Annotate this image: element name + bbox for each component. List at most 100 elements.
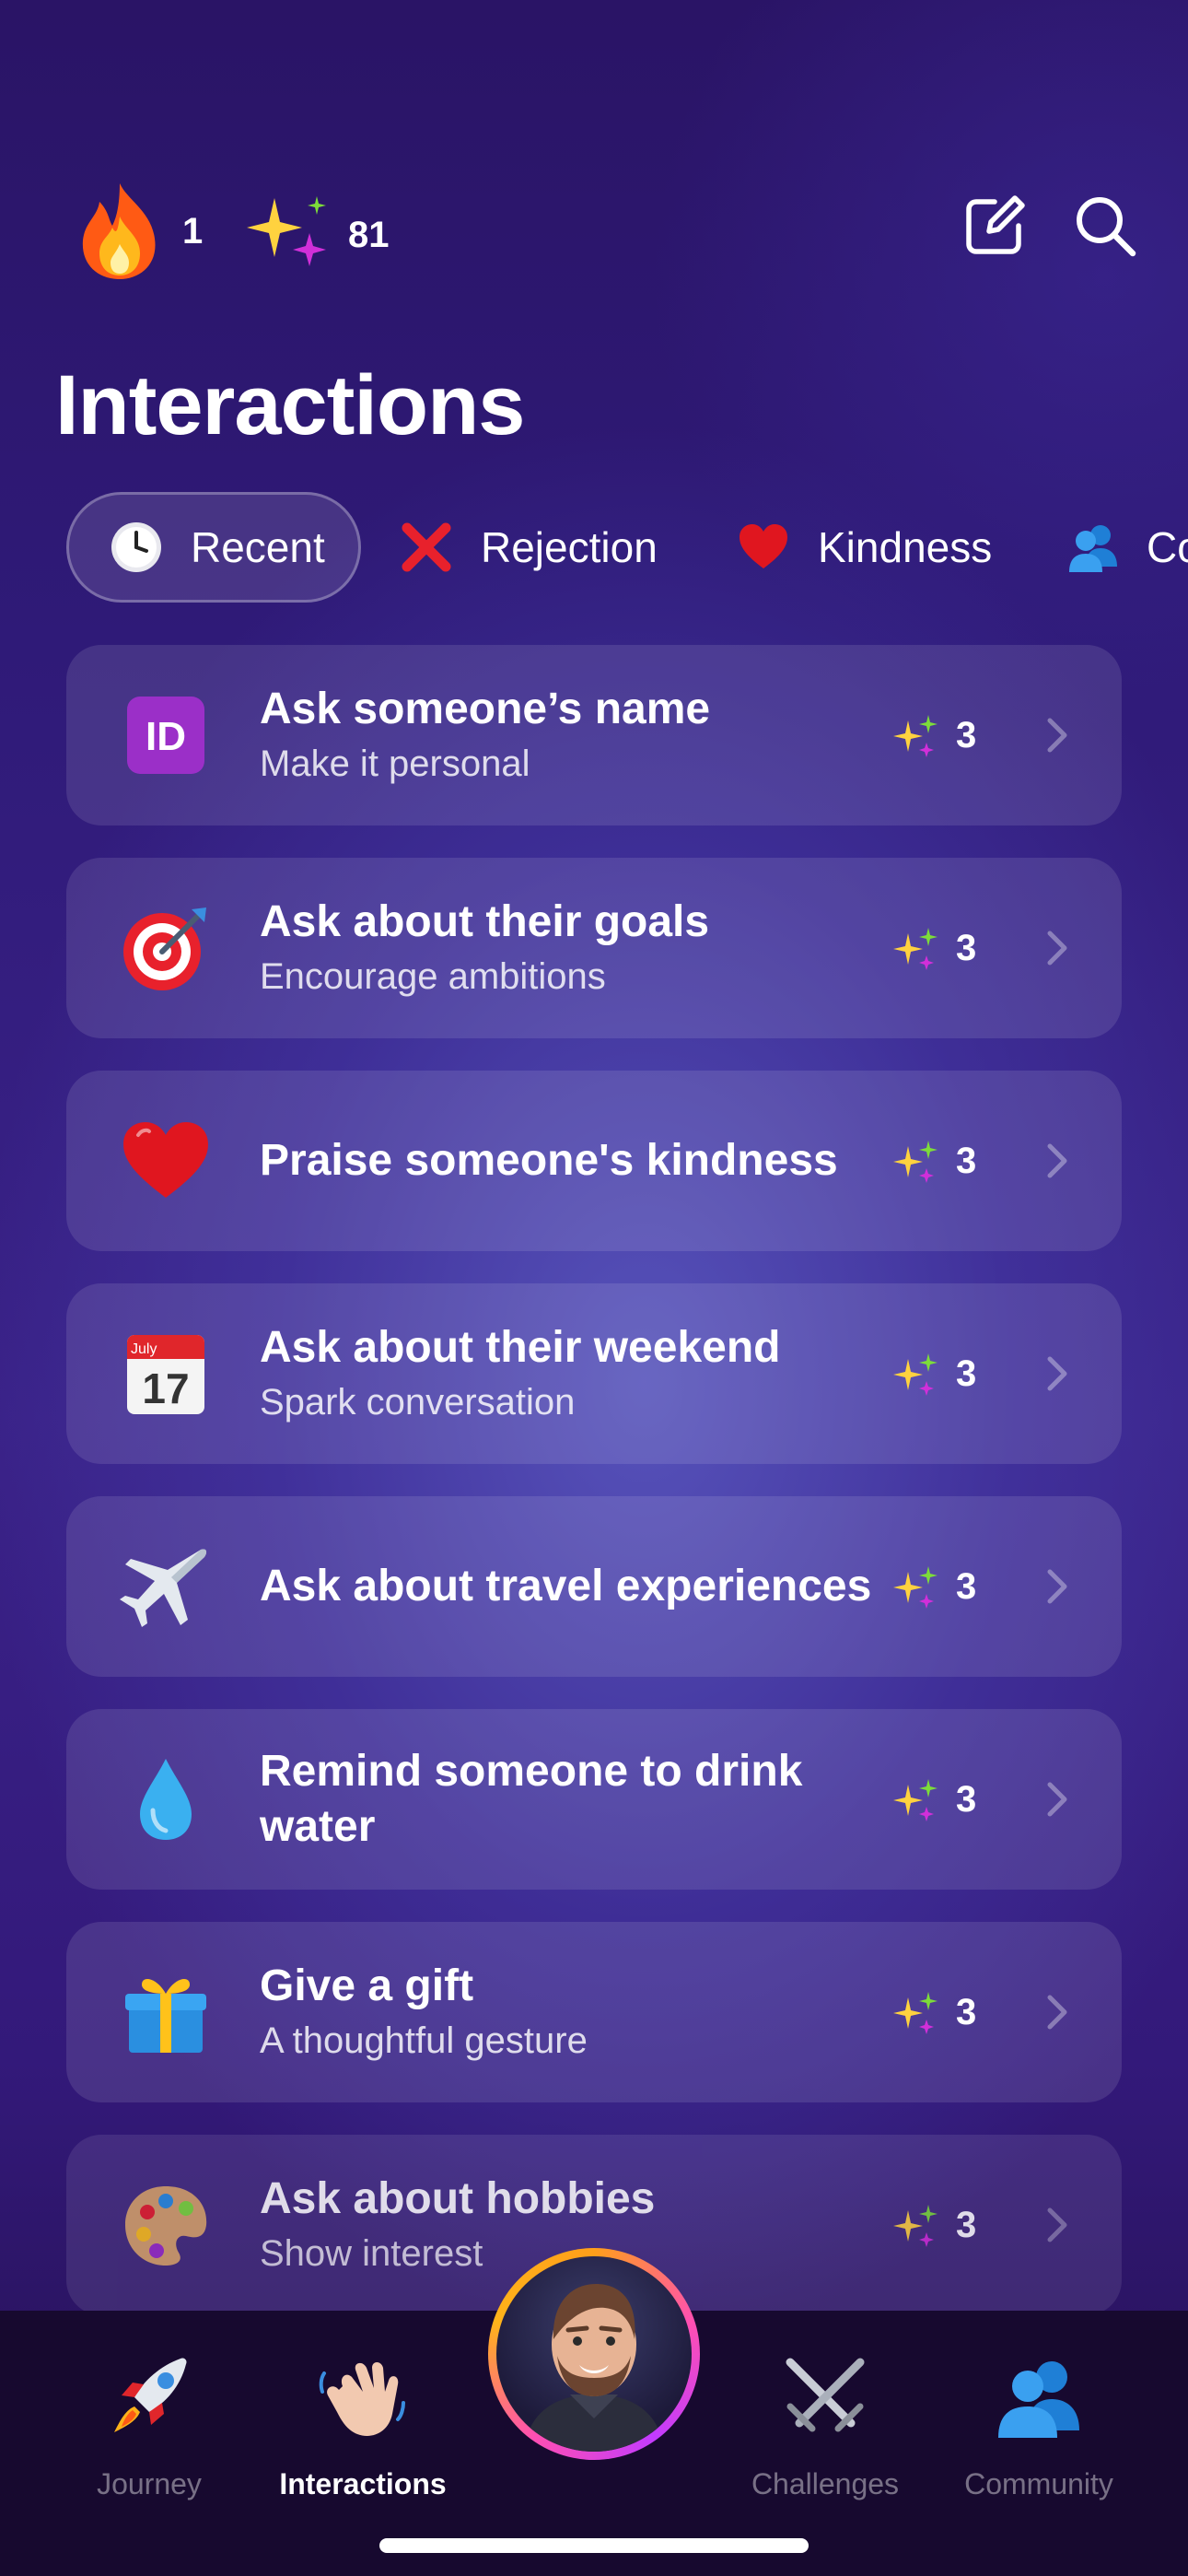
nav-community[interactable]: Community	[928, 2311, 1149, 2523]
chevron-right-icon	[1047, 1782, 1067, 1817]
chevron-right-icon	[1047, 1995, 1067, 2030]
filter-chips: Recent Rejection Kindness Co	[66, 492, 1188, 603]
nav-label: Journey	[97, 2467, 202, 2500]
reward-badge: 3	[891, 709, 976, 761]
id-badge-icon: ID	[127, 697, 204, 774]
airplane-icon	[120, 1549, 207, 1627]
list-item[interactable]: Ask about their goals Encourage ambition…	[66, 858, 1122, 1038]
filter-chip-label: Kindness	[818, 523, 993, 571]
filter-chip-label: Rejection	[481, 523, 658, 571]
clock-icon	[111, 522, 161, 572]
droplet-icon	[140, 1759, 192, 1840]
target-icon	[123, 907, 206, 990]
item-subtitle: Make it personal	[260, 744, 530, 784]
sparkles-icon	[247, 196, 326, 266]
list-item[interactable]: Remind someone to drink water 3	[66, 1709, 1122, 1890]
sparkles-icon	[893, 1779, 938, 1821]
item-title: Ask about their goals	[260, 897, 710, 946]
item-subtitle: Encourage ambitions	[260, 956, 606, 997]
reward-value: 3	[956, 1352, 977, 1394]
item-title: Ask about hobbies	[260, 2174, 656, 2223]
avatar-button[interactable]	[488, 2248, 700, 2460]
sparkles-icon	[893, 928, 938, 970]
avatar	[496, 2256, 692, 2452]
item-title: Ask about travel experiences	[260, 1562, 872, 1610]
nav-interactions[interactable]: Interactions	[252, 2311, 473, 2523]
sparkles-icon	[893, 1141, 938, 1183]
reward-badge: 3	[891, 922, 976, 974]
reward-badge: 3	[891, 1348, 976, 1399]
reward-badge: 3	[891, 1135, 976, 1187]
palette-icon	[125, 2186, 207, 2266]
chevron-right-icon	[1047, 718, 1067, 753]
waving-hand-icon	[319, 2362, 405, 2436]
reward-value: 3	[956, 1991, 977, 2032]
calendar-day: 17	[142, 1364, 189, 1412]
sparkles-icon	[893, 715, 938, 757]
streak-counter[interactable]: 1	[72, 180, 203, 283]
reward-value: 3	[956, 1140, 977, 1181]
heart-icon	[740, 524, 787, 568]
reward-badge: 3	[891, 1986, 976, 2038]
nav-journey[interactable]: Journey	[39, 2311, 260, 2523]
cross-mark-icon	[402, 522, 451, 572]
sparkles-icon	[893, 1353, 938, 1396]
reward-value: 3	[956, 714, 977, 755]
item-title: Ask someone’s name	[260, 685, 711, 733]
streak-count: 1	[182, 210, 204, 252]
filter-chip-kindness[interactable]: Kindness	[737, 492, 992, 603]
item-subtitle: A thoughtful gesture	[260, 2020, 588, 2061]
list-item[interactable]: Ask about travel experiences 3	[66, 1496, 1122, 1677]
filter-chip-recent[interactable]: Recent	[66, 492, 361, 603]
chevron-right-icon	[1047, 1569, 1067, 1604]
fire-icon	[82, 183, 156, 279]
people-icon	[1069, 525, 1117, 572]
reward-value: 3	[956, 1565, 977, 1607]
nav-label: Interactions	[279, 2467, 447, 2500]
sparkles-icon	[893, 1566, 938, 1609]
nav-challenges[interactable]: Challenges	[715, 2311, 936, 2523]
list-item[interactable]: July 17 Ask about their weekend Spark co…	[66, 1283, 1122, 1464]
crossed-swords-icon	[786, 2358, 865, 2432]
chevron-right-icon	[1047, 931, 1067, 966]
people-icon	[998, 2361, 1079, 2438]
item-subtitle: Spark conversation	[260, 1382, 576, 1423]
reward-value: 3	[956, 1778, 977, 1820]
top-bar: 1 81	[0, 180, 1188, 299]
points-counter[interactable]: 81	[241, 189, 390, 281]
list-item[interactable]: Give a gift A thoughtful gesture 3	[66, 1922, 1122, 2102]
chevron-right-icon	[1047, 2207, 1067, 2242]
calendar-icon: July 17	[127, 1335, 204, 1414]
search-icon[interactable]	[1068, 189, 1142, 263]
heart-icon	[123, 1122, 208, 1198]
gift-icon	[125, 1979, 206, 2053]
item-title: Ask about their weekend	[260, 1323, 781, 1372]
compose-icon[interactable]	[958, 189, 1031, 263]
item-title: Remind someone to drink water	[260, 1747, 803, 1851]
sparkles-icon	[893, 2205, 938, 2247]
calendar-month: July	[131, 1341, 157, 1357]
reward-badge: 3	[891, 1561, 976, 1612]
nav-label: Challenges	[751, 2467, 900, 2500]
home-indicator[interactable]	[379, 2538, 809, 2553]
page-title: Interactions	[55, 358, 525, 452]
reward-badge: 3	[891, 1774, 976, 1825]
item-title: Praise someone's kindness	[260, 1136, 838, 1185]
reward-badge: 3	[891, 2199, 976, 2251]
svg-text:ID: ID	[146, 714, 186, 759]
item-title: Give a gift	[260, 1961, 474, 2010]
chevron-right-icon	[1047, 1356, 1067, 1391]
points-count: 81	[348, 214, 390, 255]
list-item[interactable]: ID Ask someone’s name Make it personal 3	[66, 645, 1122, 825]
reward-value: 3	[956, 2204, 977, 2245]
filter-chip-community[interactable]: Co	[1066, 492, 1188, 603]
filter-chip-label: Recent	[191, 523, 325, 571]
list-item[interactable]: Praise someone's kindness 3	[66, 1071, 1122, 1251]
filter-chip-label: Co	[1147, 523, 1188, 571]
filter-chip-rejection[interactable]: Rejection	[400, 492, 658, 603]
reward-value: 3	[956, 927, 977, 968]
nav-label: Community	[964, 2467, 1113, 2500]
avatar-icon	[524, 2284, 664, 2452]
rocket-icon	[114, 2358, 187, 2432]
sparkles-icon	[893, 1992, 938, 2034]
